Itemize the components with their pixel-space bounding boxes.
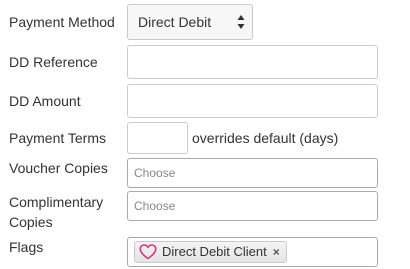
dd-amount-label: DD Amount	[9, 93, 81, 109]
complimentary-copies-label-line1: Complimentary	[9, 194, 104, 210]
payment-terms-label: Payment Terms	[9, 130, 106, 146]
payment-terms-row: Payment Terms overrides default (days)	[0, 122, 410, 156]
dd-amount-row: DD Amount	[0, 84, 410, 122]
payment-terms-input[interactable]	[127, 122, 188, 154]
payment-method-row: Payment Method Direct Debit	[0, 0, 410, 44]
voucher-copies-select[interactable]: Choose	[127, 158, 378, 188]
flag-tag-direct-debit-client[interactable]: Direct Debit Client ×	[134, 241, 287, 263]
select-arrows-icon	[237, 14, 245, 30]
complimentary-copies-label-line2: Copies	[9, 214, 53, 230]
complimentary-copies-row: Complimentary Copies Choose	[0, 191, 410, 235]
flags-label: Flags	[9, 239, 44, 255]
dd-reference-input[interactable]	[127, 45, 378, 79]
dd-reference-row: DD Reference	[0, 44, 410, 84]
dd-reference-label: DD Reference	[9, 54, 98, 70]
dd-amount-input[interactable]	[127, 84, 378, 118]
heart-icon	[139, 244, 157, 260]
payment-terms-note: overrides default (days)	[192, 130, 339, 146]
flags-select[interactable]: Direct Debit Client ×	[127, 237, 378, 267]
payment-method-selected-value: Direct Debit	[138, 14, 212, 30]
flag-tag-label: Direct Debit Client	[162, 244, 267, 259]
voucher-copies-row: Voucher Copies Choose	[0, 157, 410, 189]
remove-tag-icon[interactable]: ×	[273, 246, 280, 258]
voucher-copies-label: Voucher Copies	[9, 160, 108, 176]
voucher-copies-placeholder: Choose	[134, 166, 176, 180]
payment-method-label: Payment Method	[9, 14, 115, 30]
payment-method-select[interactable]: Direct Debit	[127, 4, 253, 40]
complimentary-copies-placeholder: Choose	[134, 199, 176, 213]
flags-row: Flags Direct Debit Client ×	[0, 236, 410, 269]
payment-form: Payment Method Direct Debit DD Reference…	[0, 0, 410, 269]
complimentary-copies-select[interactable]: Choose	[127, 191, 378, 221]
